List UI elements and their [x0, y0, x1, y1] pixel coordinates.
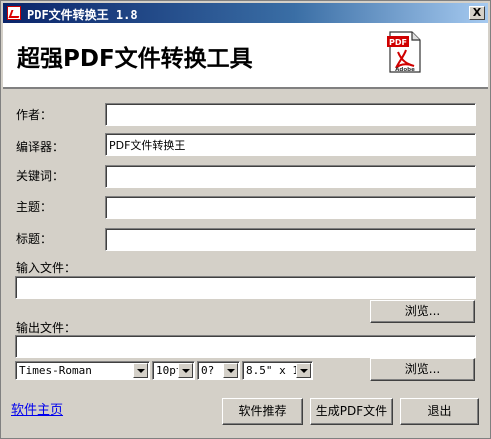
compiler-field[interactable]: PDF文件转换王 — [105, 133, 476, 156]
header-banner: 超强PDF文件转换工具 PDF Adobe — [3, 23, 488, 89]
banner-title: 超强PDF文件转换工具 — [17, 46, 253, 72]
window-title: PDF文件转换王 1.8 — [27, 8, 138, 22]
author-label: 作者： — [16, 108, 53, 122]
output-file-label: 输出文件： — [16, 321, 77, 335]
input-file-label: 输入文件： — [16, 261, 77, 275]
homepage-link[interactable]: 软件主页 — [11, 399, 63, 418]
input-file-field[interactable] — [15, 276, 476, 299]
keywords-label: 关键词： — [16, 169, 65, 183]
app-window: PDF文件转换王 1.8 X 超强PDF文件转换工具 PDF Adobe 作者：… — [0, 0, 491, 439]
adobe-logo-text: Adobe — [395, 67, 415, 73]
chevron-down-icon[interactable] — [178, 363, 193, 378]
paper-size-select[interactable]: 8.5" x 1 — [242, 361, 313, 380]
keywords-field[interactable] — [105, 165, 476, 188]
compiler-label: 编译器： — [16, 140, 65, 154]
title-bar[interactable]: PDF文件转换王 1.8 X — [3, 3, 488, 23]
chevron-down-icon[interactable] — [133, 363, 148, 378]
title-label: 标题： — [16, 232, 53, 246]
pdf-file-icon: PDF Adobe — [387, 31, 421, 73]
generate-pdf-button[interactable]: 生成PDF文件 — [310, 398, 393, 425]
subject-field[interactable] — [105, 196, 476, 219]
author-field[interactable] — [105, 103, 476, 126]
paper-size-select-value: 8.5" x 1 — [246, 364, 299, 377]
pdf-app-icon — [7, 6, 21, 20]
subject-label: 主题： — [16, 200, 53, 214]
font-select-value: Times-Roman — [19, 364, 92, 377]
rotation-select[interactable]: 0? — [197, 361, 240, 380]
browse-input-button[interactable]: 浏览... — [370, 300, 475, 323]
font-select[interactable]: Times-Roman — [15, 361, 150, 380]
browse-output-button[interactable]: 浏览... — [370, 358, 475, 381]
pdf-logo-text: PDF — [389, 38, 407, 47]
close-button[interactable]: X — [469, 6, 485, 20]
output-file-field[interactable] — [15, 335, 476, 358]
rotation-select-value: 0? — [201, 364, 215, 377]
chevron-down-icon[interactable] — [223, 363, 238, 378]
chevron-down-icon[interactable] — [296, 363, 311, 378]
title-field[interactable] — [105, 228, 476, 251]
recommend-button[interactable]: 软件推荐 — [222, 398, 303, 425]
exit-button[interactable]: 退出 — [400, 398, 479, 425]
font-size-select[interactable]: 10pt — [152, 361, 195, 380]
